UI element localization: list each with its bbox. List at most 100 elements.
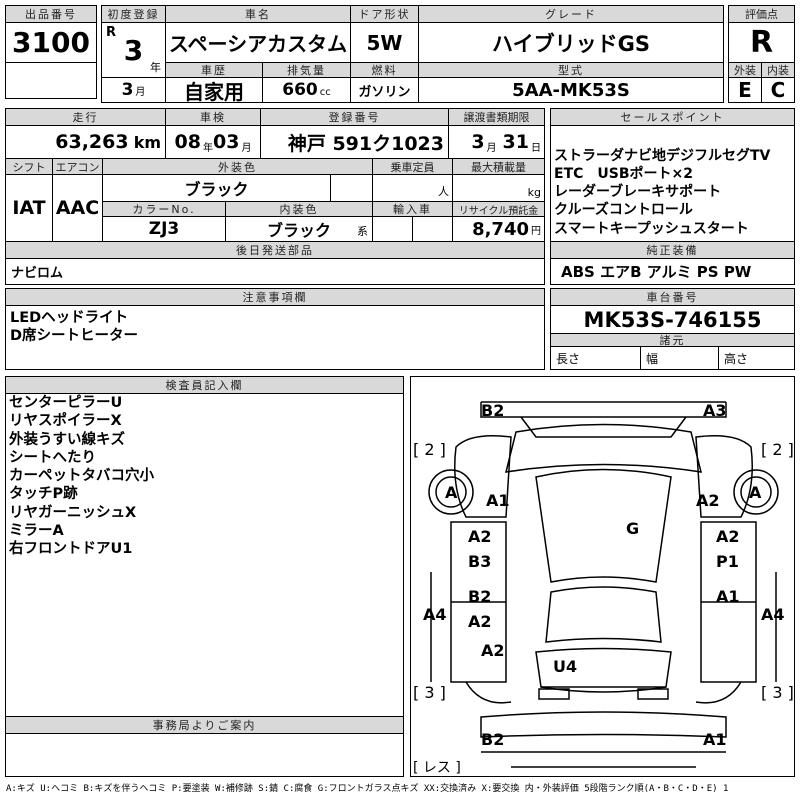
equipment-label: 純正装備 [550, 241, 795, 259]
spec-height: 高さ [718, 346, 795, 370]
ext-color-blank [330, 174, 373, 202]
history-label: 車歴 [165, 62, 263, 78]
note-item: LEDヘッドライト [10, 310, 129, 326]
int-color-label: 内装色 [225, 201, 373, 217]
inspector-item: リヤガーニッシュX [9, 504, 137, 521]
fuel-value: ガソリン [350, 77, 419, 103]
mileage-label: 走行 [5, 108, 166, 126]
mark-a2: A2 [468, 527, 492, 546]
shift-value: IAT [5, 174, 53, 242]
inspection-year: 08 [174, 131, 201, 153]
later-parts-label: 後日発送部品 [5, 241, 545, 259]
score-value: R [728, 22, 795, 63]
shift-label: シフト [5, 158, 53, 175]
chassis-label: 車台番号 [550, 288, 795, 306]
inspector-item: リヤスポイラーX [9, 413, 122, 430]
plate-label: 登録番号 [260, 108, 449, 126]
grade-label: グレード [418, 5, 724, 23]
recycle-number: 8,740 [472, 218, 529, 240]
mileage-number: 63,263 [55, 131, 129, 153]
displacement-number: 660 [282, 80, 318, 100]
transfer-month: 3 [471, 131, 485, 153]
mark-b3: B3 [468, 552, 492, 571]
year-value: 3 [123, 33, 144, 67]
sales-points-list: ストラーダナビ地デジフルセグTV ETC USBポート×2 レーダーブレーキサポ… [550, 125, 795, 242]
history-value: 自家用 [165, 77, 263, 103]
later-parts-value: ナビロム [5, 258, 545, 285]
note-item: D席シートヒーター [10, 328, 139, 344]
int-color-text: ブラック [266, 221, 331, 240]
import-cell-1 [372, 216, 413, 242]
sales-point: クルーズコントロール [554, 202, 693, 219]
mark-2-right: [ 2 ] [761, 440, 794, 459]
notes-label: 注意事項欄 [5, 288, 545, 306]
mark-3-left: [ 3 ] [413, 683, 446, 702]
mark-u4: U4 [553, 657, 578, 676]
transfer-month-unit: 月 [486, 143, 497, 154]
specs-label: 諸元 [550, 333, 795, 347]
sales-point: ストラーダナビ地デジフルセグTV [554, 147, 771, 164]
displacement-value: 660 cc [262, 77, 351, 103]
mileage-value: 63,263 km [5, 125, 166, 159]
transfer-day-unit: 日 [531, 143, 541, 154]
lot-blank [5, 62, 97, 99]
mark-less: [ レス ] [413, 760, 461, 776]
model-label: 型式 [418, 62, 724, 78]
inspection-month: 03 [213, 131, 240, 153]
ext-color-label: 外装色 [102, 158, 373, 175]
mark-a1: A1 [486, 491, 510, 510]
chassis-number: MK53S-746155 [550, 305, 795, 334]
office-label: 事務局よりご案内 [5, 716, 404, 734]
legend: A:キズ U:ヘコミ B:キズを伴うヘコミ P:要塗装 W:補修跡 S:錆 C:… [6, 784, 729, 794]
mark-a1: A1 [716, 587, 740, 606]
inspector-list: センターピラーU リヤスポイラーX 外装うすい線キズ シートへたり カーペットタ… [9, 394, 154, 559]
month-value: 3 [121, 80, 134, 100]
mark-a-left-wheel: A [445, 483, 458, 502]
office-box [5, 733, 404, 777]
transfer-value: 3 月 31 日 [448, 125, 545, 159]
spec-width: 幅 [640, 346, 719, 370]
lot-number: 3100 [5, 22, 97, 63]
mark-g: G [626, 519, 640, 538]
mark-a2: A2 [468, 612, 492, 631]
grade-value: ハイブリッドGS [418, 22, 724, 63]
mark-b2-rear: B2 [481, 730, 505, 749]
inspector-item: カーペットタバコ穴小 [9, 468, 154, 485]
notes-list: LEDヘッドライト D席シートヒーター [5, 305, 545, 370]
mark-a3: A3 [703, 401, 727, 420]
int-score: C [761, 77, 795, 103]
recycle-value: 8,740 円 [452, 216, 545, 242]
door-label: ドア形状 [350, 5, 419, 23]
ac-value: AAC [52, 174, 103, 242]
capacity-unit: 人 [372, 174, 453, 202]
inspection-year-unit: 年 [203, 143, 213, 154]
equipment-value: ABS エアB アルミ PS PW [550, 258, 795, 285]
inspection-label: 車検 [165, 108, 261, 126]
car-outline-icon [428, 401, 779, 768]
mileage-unit: km [133, 132, 161, 152]
max-load-label: 最大積載量 [452, 158, 545, 175]
displacement-label: 排気量 [262, 62, 351, 78]
ac-label: エアコン [52, 158, 103, 175]
first-reg-year: R 3 年 [101, 22, 166, 78]
mark-2-left: [ 2 ] [413, 440, 446, 459]
car-name: スペーシアカスタム [165, 22, 351, 63]
car-name-label: 車名 [165, 5, 351, 23]
mark-a4-right: A4 [761, 605, 785, 624]
fuel-label: 燃料 [350, 62, 419, 78]
spec-length: 長さ [550, 346, 641, 370]
month-unit: 月 [135, 87, 146, 98]
sales-point: ETC USBポート×2 [554, 165, 693, 182]
mark-a-right-wheel: A [749, 483, 762, 502]
max-load-unit: kg [452, 174, 545, 202]
inspector-item: 右フロントドアU1 [9, 541, 133, 558]
inspector-label: 検査員記入欄 [5, 376, 404, 394]
mark-b2-front: B2 [481, 401, 505, 420]
import-label: 輸入車 [372, 201, 453, 217]
int-color-suffix: 系 [357, 225, 368, 238]
mark-a1-rear: A1 [703, 730, 727, 749]
car-diagram: B2 A3 [ 2 ] [ 2 ] A A A1 A2 G A2 B3 A2 P… [410, 376, 795, 777]
sales-points-label: セールスポイント [550, 108, 795, 126]
color-no-label: カラーNo. [102, 201, 226, 217]
import-cell-2 [412, 216, 453, 242]
